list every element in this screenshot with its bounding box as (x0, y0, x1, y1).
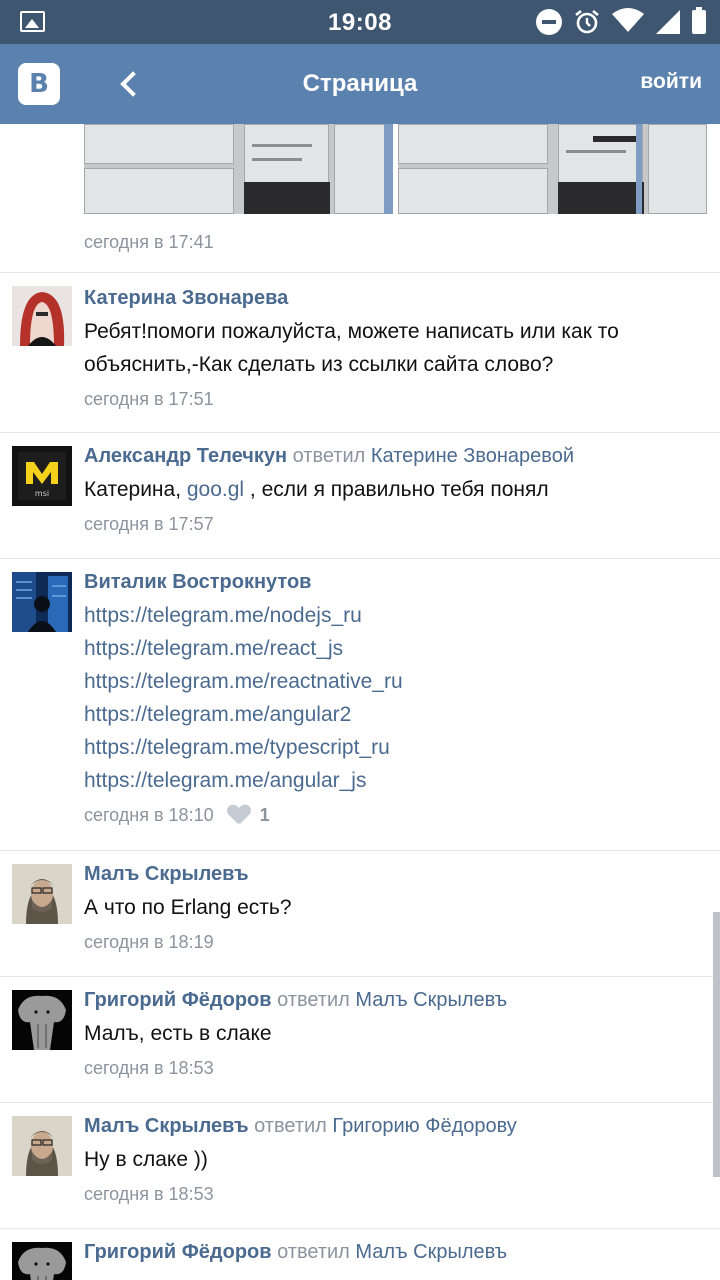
comment-item: Григорий Фёдоров ответил Малъ Скрылевъ М… (0, 976, 720, 1102)
comment-item: Григорий Фёдоров ответил Малъ Скрылевъ (0, 1228, 720, 1280)
comment-text: Катерина, goo.gl , если я правильно тебя… (84, 473, 700, 506)
comment-item: msi Александр Телечкун ответил Катерине … (0, 432, 720, 558)
comment-item: Малъ Скрылевъ А что по Erlang есть? сего… (0, 850, 720, 976)
comment-item: Малъ Скрылевъ ответил Григорию Фёдорову … (0, 1102, 720, 1228)
comment-author[interactable]: Катерина Звонарева (84, 285, 700, 311)
comment-author[interactable]: Малъ Скрылевъ (84, 861, 700, 887)
do-not-disturb-icon (536, 9, 562, 35)
svg-text:msi: msi (35, 489, 49, 498)
avatar[interactable]: msi (12, 446, 72, 506)
telegram-link[interactable]: https://telegram.me/typescript_ru (84, 731, 700, 764)
comment-author-line: Григорий Фёдоров ответил Малъ Скрылевъ (84, 987, 700, 1013)
telegram-link[interactable]: https://telegram.me/nodejs_ru (84, 599, 700, 632)
post-timestamp: сегодня в 17:41 (84, 232, 214, 252)
page-title: Страница (302, 70, 418, 97)
comment-timestamp: сегодня в 18:53 (84, 1056, 700, 1080)
comment-author-line: Григорий Фёдоров ответил Малъ Скрылевъ (84, 1239, 700, 1265)
post-attachments (84, 124, 707, 214)
comment-text-prefix: Катерина, (84, 478, 187, 501)
heart-icon[interactable] (228, 805, 250, 825)
reply-to-link[interactable]: Малъ Скрылевъ (355, 1241, 507, 1263)
comment-author[interactable]: Григорий Фёдоров (84, 989, 272, 1011)
comment-time-label: сегодня в 18:19 (84, 932, 214, 952)
comment-timestamp: сегодня в 18:10 1 (84, 803, 700, 827)
comment-author[interactable]: Виталик Вострокнутов (84, 569, 700, 595)
comment-time-label: сегодня в 17:57 (84, 514, 214, 534)
avatar[interactable] (12, 1242, 72, 1280)
alarm-icon (574, 9, 600, 35)
app-header: B Страница войти (0, 44, 720, 124)
comment-text: А что по Erlang есть? (84, 896, 292, 919)
login-button[interactable]: войти (640, 70, 702, 94)
reply-to-link[interactable]: Катерине Звонаревой (371, 445, 574, 467)
signal-icon (656, 10, 680, 34)
comment-timestamp: сегодня в 17:51 (84, 387, 700, 411)
comment-text-suffix: , если я правильно тебя понял (244, 478, 549, 501)
battery-icon (692, 7, 706, 34)
comment-timestamp: сегодня в 18:19 (84, 930, 700, 954)
comment-links: https://telegram.me/nodejs_ru https://te… (84, 599, 700, 797)
replied-label: ответил (277, 989, 350, 1011)
comment-item: Виталик Вострокнутов https://telegram.me… (0, 558, 720, 850)
comment-author[interactable]: Григорий Фёдоров (84, 1241, 272, 1263)
screenshot-thumbnail[interactable] (398, 124, 707, 214)
wifi-icon (612, 7, 644, 37)
comment-time-label: сегодня в 18:10 (84, 805, 214, 825)
telegram-link[interactable]: https://telegram.me/angular_js (84, 764, 700, 797)
reply-to-link[interactable]: Григорию Фёдорову (332, 1115, 516, 1137)
avatar[interactable] (12, 1116, 72, 1176)
avatar[interactable] (12, 286, 72, 346)
comment-time-label: сегодня в 18:53 (84, 1184, 214, 1204)
comment-time-label: сегодня в 18:53 (84, 1058, 214, 1078)
avatar[interactable] (12, 864, 72, 924)
comment-author[interactable]: Малъ Скрылевъ (84, 1115, 249, 1137)
reply-to-link[interactable]: Малъ Скрылевъ (355, 989, 507, 1011)
comment-author-line: Малъ Скрылевъ ответил Григорию Фёдорову (84, 1113, 700, 1139)
replied-label: ответил (292, 445, 366, 467)
comment-author[interactable]: Александр Телечкун (84, 445, 287, 467)
avatar[interactable] (12, 572, 72, 632)
comment-time-label: сегодня в 17:51 (84, 389, 214, 409)
screenshot-thumbnail[interactable] (84, 124, 393, 214)
comment-author-line: Александр Телечкун ответил Катерине Звон… (84, 443, 700, 469)
telegram-link[interactable]: https://telegram.me/angular2 (84, 698, 700, 731)
like-count: 1 (259, 805, 270, 825)
comment-text: Ну в слаке )) (84, 1148, 208, 1171)
telegram-link[interactable]: https://telegram.me/react_js (84, 632, 700, 665)
status-bar: 19:08 (0, 0, 720, 44)
comment-text: Малъ, есть в слаке (84, 1022, 272, 1045)
status-icons (536, 7, 706, 37)
avatar[interactable] (12, 990, 72, 1050)
comments-feed[interactable]: сегодня в 17:41 Катерина Звонарева Ребят… (0, 124, 720, 1280)
replied-label: ответил (277, 1241, 350, 1263)
telegram-link[interactable]: https://telegram.me/reactnative_ru (84, 665, 700, 698)
scrollbar[interactable] (713, 912, 720, 1177)
comment-timestamp: сегодня в 17:57 (84, 512, 700, 536)
comment-text: Ребят!помоги пожалуйста, можете написать… (84, 320, 619, 376)
replied-label: ответил (254, 1115, 327, 1137)
comment-timestamp: сегодня в 18:53 (84, 1182, 700, 1206)
comment-link[interactable]: goo.gl (187, 478, 244, 501)
comment-item: Катерина Звонарева Ребят!помоги пожалуйс… (0, 272, 720, 432)
